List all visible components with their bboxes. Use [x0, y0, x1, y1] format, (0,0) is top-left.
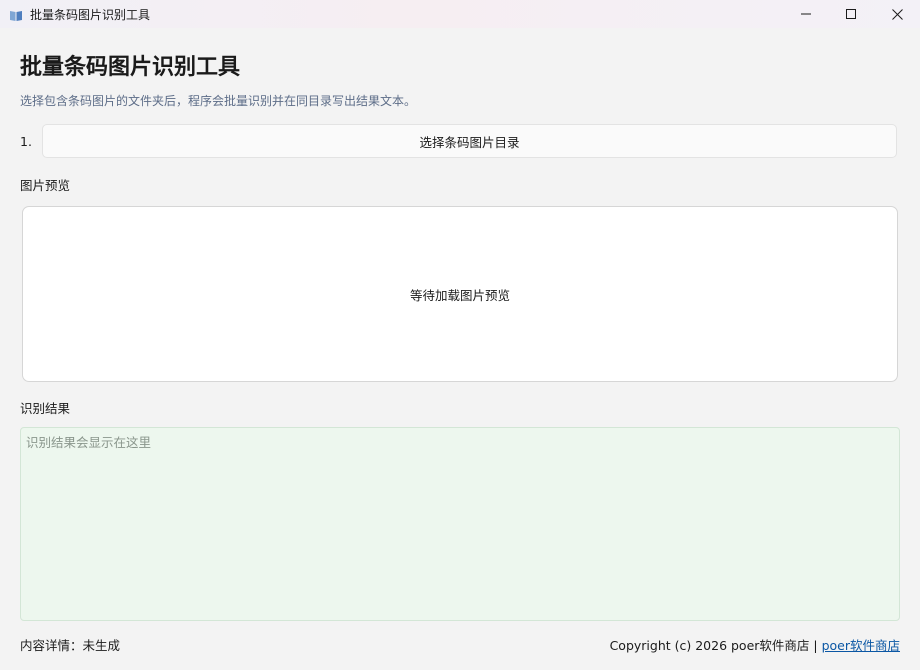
preview-label: 图片预览 [20, 178, 71, 193]
preview-placeholder: 等待加载图片预览 [409, 287, 510, 303]
copyright-text: Copyright (c) 2026 poer软件商店 | [609, 638, 822, 653]
close-button[interactable] [874, 0, 920, 28]
store-link[interactable]: poer软件商店 [822, 638, 900, 653]
book-icon [9, 7, 23, 21]
maximize-button[interactable] [828, 0, 874, 28]
close-icon [891, 8, 903, 20]
select-folder-button[interactable]: 选择条码图片目录 [42, 124, 897, 158]
window-title: 批量条码图片识别工具 [30, 8, 151, 22]
minimize-button[interactable] [783, 0, 829, 28]
maximize-icon [846, 9, 856, 19]
status-text: 内容详情：未生成 [20, 638, 121, 653]
minimize-icon [801, 13, 811, 15]
page-description: 选择包含条码图片的文件夹后，程序会批量识别并在同目录写出结果文本。 [20, 94, 417, 108]
result-label: 识别结果 [20, 401, 71, 416]
step-number: 1. [20, 134, 32, 149]
page-title: 批量条码图片识别工具 [20, 55, 241, 80]
result-textarea[interactable] [20, 427, 900, 621]
title-bar: 批量条码图片识别工具 [0, 0, 920, 28]
image-preview-panel: 等待加载图片预览 [22, 206, 898, 382]
copyright-footer: Copyright (c) 2026 poer软件商店 | poer软件商店 [610, 635, 900, 654]
